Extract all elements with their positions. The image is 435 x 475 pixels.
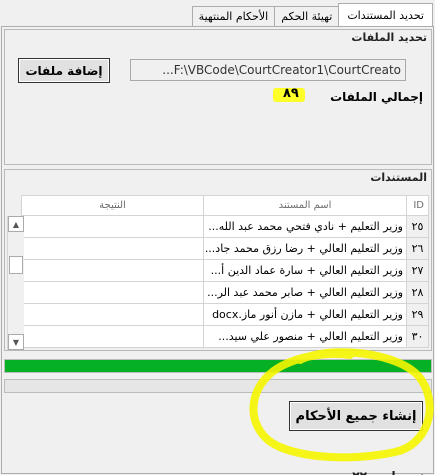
row-result bbox=[21, 281, 204, 304]
documents-group: المستندات ID اسم المستند النتيجة ٢٥ وزير… bbox=[4, 169, 432, 351]
scroll-down-icon[interactable]: ▼ bbox=[8, 334, 24, 350]
table-row[interactable]: ٢٩ وزير التعليم العالي + مازن أنور ماز.d… bbox=[21, 303, 429, 326]
row-name: وزير التعليم العالي + منصور علي سيد... bbox=[203, 325, 407, 348]
row-name: وزير التعليم العالي + صابر محمد عبد الر.… bbox=[203, 281, 407, 304]
add-files-button[interactable]: إضافة ملفات bbox=[18, 58, 110, 83]
row-name: وزير التعليم + نادي فتحي محمد عبد الله..… bbox=[203, 215, 407, 238]
row-result bbox=[21, 259, 204, 282]
progress-bar-main bbox=[4, 359, 432, 373]
row-result bbox=[21, 215, 204, 238]
table-row[interactable]: ٢٥ وزير التعليم + نادي فتحي محمد عبد الل… bbox=[21, 215, 429, 238]
row-id: ٣٠ bbox=[406, 325, 429, 348]
row-id: ٢٧ bbox=[406, 259, 429, 282]
table-row[interactable]: ٢٦ وزير التعليم العالي + رضا رزق محمد جا… bbox=[21, 237, 429, 260]
row-id: ٢٥ bbox=[406, 215, 429, 238]
total-files-label: إجمالي الملفات bbox=[330, 90, 423, 104]
progress-fill-main bbox=[5, 360, 431, 372]
tab-finished-judgments[interactable]: الأحكام المنتهية bbox=[191, 6, 276, 26]
files-group: تحديد الملفات ...F:\VBCode\CourtCreator1… bbox=[4, 29, 432, 165]
row-name: وزير التعليم العالي + سارة عماد الدين أ.… bbox=[203, 259, 407, 282]
table-row[interactable]: ٢٧ وزير التعليم العالي + سارة عماد الدين… bbox=[21, 259, 429, 282]
path-field[interactable]: ...F:\VBCode\CourtCreator1\CourtCreato bbox=[130, 59, 406, 81]
table-row[interactable]: ٣٠ وزير التعليم العالي + منصور علي سيد..… bbox=[21, 325, 429, 348]
tab-strip: تحديد المستندات تهيئة الحكم الأحكام المن… bbox=[191, 3, 433, 26]
row-id: ٢٦ bbox=[406, 237, 429, 260]
table-header-row: ID اسم المستند النتيجة bbox=[21, 195, 429, 216]
row-id: ٢٩ bbox=[406, 303, 429, 326]
files-group-title: تحديد الملفات bbox=[351, 31, 427, 44]
row-name: وزير التعليم العالي + مازن أنور ماز.docx bbox=[203, 303, 407, 326]
column-header-result[interactable]: النتيجة bbox=[21, 195, 204, 216]
tab-page: تحديد الملفات ...F:\VBCode\CourtCreator1… bbox=[1, 26, 434, 475]
row-name: وزير التعليم العالي + رضا رزق محمد جاد..… bbox=[203, 237, 407, 260]
scroll-up-icon[interactable]: ▲ bbox=[8, 216, 24, 232]
add-files-button-label: إضافة ملفات bbox=[19, 59, 109, 82]
total-files-count: ٨٩ bbox=[283, 86, 299, 101]
progress-bar-secondary bbox=[4, 379, 432, 393]
tab-configure-judgment[interactable]: تهيئة الحكم bbox=[274, 6, 340, 26]
scroll-thumb[interactable] bbox=[9, 256, 23, 274]
row-result bbox=[21, 303, 204, 326]
create-all-judgments-button[interactable]: إنشاء جميع الأحكام bbox=[289, 401, 423, 431]
documents-group-title: المستندات bbox=[370, 171, 427, 184]
row-id: ٢٨ bbox=[406, 281, 429, 304]
create-all-judgments-label: إنشاء جميع الأحكام bbox=[290, 402, 422, 430]
documents-table: ID اسم المستند النتيجة ٢٥ وزير التعليم +… bbox=[21, 195, 429, 348]
column-header-name[interactable]: اسم المستند bbox=[203, 195, 407, 216]
table-vertical-scrollbar[interactable]: ▲ ▼ bbox=[7, 216, 24, 350]
tab-select-documents[interactable]: تحديد المستندات bbox=[338, 3, 433, 26]
table-row[interactable]: ٢٨ وزير التعليم العالي + صابر محمد عبد ا… bbox=[21, 281, 429, 304]
row-result bbox=[21, 325, 204, 348]
column-header-id[interactable]: ID bbox=[406, 195, 429, 216]
row-result bbox=[21, 237, 204, 260]
